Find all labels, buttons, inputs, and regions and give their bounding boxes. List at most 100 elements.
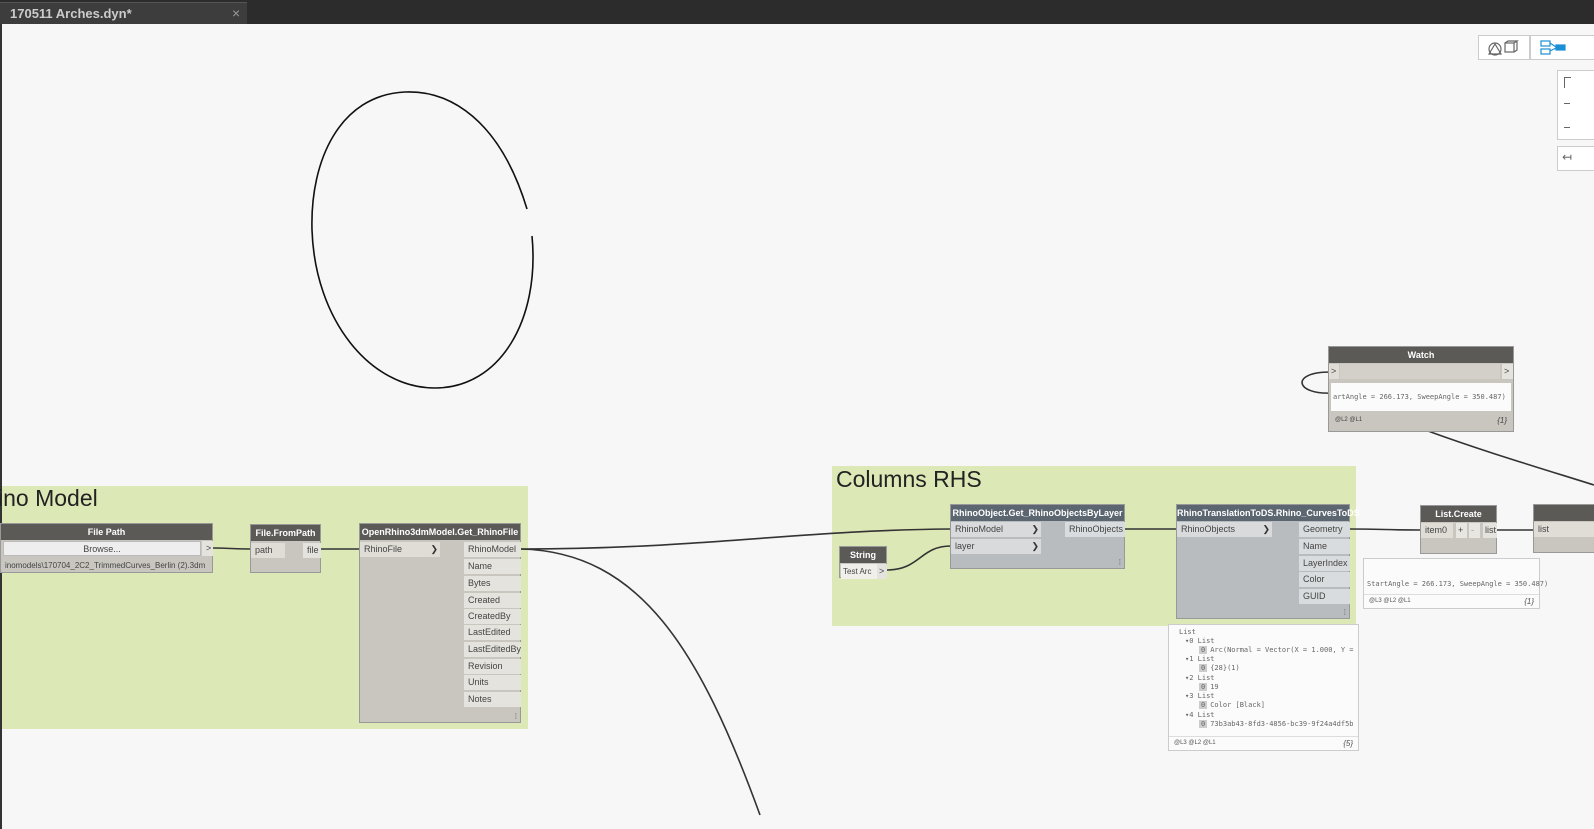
lacing-icon: ⁞ (1343, 608, 1346, 617)
group-title-columns-rhs: Columns RHS (836, 466, 982, 492)
file-path-value: inomodels\170704_2C2_TrimmedCurves_Berli… (5, 561, 206, 570)
preview-value: StartAngle = 266.173, SweepAngle = 350.4… (1367, 580, 1549, 588)
node-title: Watch (1329, 347, 1513, 363)
zoom-in-icon[interactable] (1564, 103, 1570, 104)
node-title: RhinoObject.Get_RhinoObjectsByLayer (951, 505, 1124, 521)
graph-view-icon (1540, 40, 1566, 55)
output-port-rhinomodel[interactable]: RhinoModel (464, 542, 521, 557)
output-port-name[interactable]: Name (1299, 539, 1350, 554)
arrow-icon: ❯ (1031, 541, 1039, 551)
node-get-rhino-objects-by-layer[interactable]: RhinoObject.Get_RhinoObjectsByLayer Rhin… (950, 504, 1125, 569)
node-title: OpenRhino3dmModel.Get_RhinoFile (360, 524, 520, 540)
browse-button[interactable]: Browse... (3, 541, 201, 556)
group-title-rhino-model: ino Model (0, 485, 98, 511)
node-list-create[interactable]: List.Create item0 + - list (1420, 505, 1497, 554)
output-port-file[interactable]: file (303, 543, 321, 558)
zoom-controls[interactable] (1557, 70, 1594, 140)
geometry-view-icon (1487, 40, 1519, 56)
output-port[interactable]: > (202, 541, 213, 556)
item-count: {1} (1524, 597, 1534, 606)
output-port-revision[interactable]: Revision (464, 659, 521, 674)
zoom-out-icon[interactable] (1564, 127, 1570, 128)
watch-levels: @L2 @L1 (1335, 417, 1363, 423)
tree-item: 0 Arc(Normal = Vector(X = 1.000, Y = (1199, 646, 1354, 654)
output-port-bytes[interactable]: Bytes (464, 576, 521, 591)
remove-input-button[interactable]: - (1469, 523, 1480, 538)
node-string[interactable]: String Test Arc > (839, 546, 887, 579)
preview-bubble-list-create[interactable]: StartAngle = 266.173, SweepAngle = 350.4… (1363, 558, 1548, 609)
node-file-frompath[interactable]: File.FromPath path file (250, 524, 321, 573)
port-label: layer (955, 541, 975, 551)
lacing-icon: ⁞ (1118, 558, 1121, 567)
output-port[interactable]: > (1502, 364, 1513, 379)
item-count: {5} (1343, 739, 1353, 748)
input-port-item0[interactable]: item0 (1421, 523, 1453, 538)
title-bar: 170511 Arches.dyn* × (0, 0, 1594, 25)
input-port-rhinofile[interactable]: RhinoFile ❯ (360, 542, 440, 557)
tab-title: 170511 Arches.dyn* (10, 6, 132, 21)
port-label: RhinoFile (364, 544, 403, 554)
tree-item: 0 19 (1199, 683, 1219, 691)
tree-branch-2[interactable]: ▾2 List (1185, 674, 1215, 682)
pan-icon: ↤ (1562, 150, 1573, 164)
output-port-color[interactable]: Color (1299, 572, 1350, 587)
close-icon[interactable]: × (232, 5, 240, 21)
list-levels: @L3 @L2 @L1 (1174, 740, 1216, 746)
tree-branch-3[interactable]: ▾3 List (1185, 692, 1215, 700)
lacing-icon: ⁞ (514, 712, 517, 721)
tab-workspace[interactable]: 170511 Arches.dyn* × (0, 2, 247, 25)
node-title (1534, 505, 1594, 521)
output-port-createdby[interactable]: CreatedBy (464, 609, 521, 624)
input-port-layer[interactable]: layer ❯ (951, 539, 1041, 554)
preview-bubble-curves[interactable]: List ▾0 List 0 Arc(Normal = Vector(X = 1.… (1168, 624, 1359, 751)
node-title: List.Create (1421, 506, 1496, 522)
node-partial-right[interactable]: list (1533, 504, 1594, 553)
node-title: String (840, 547, 886, 563)
node-title: File.FromPath (251, 525, 320, 541)
tree-item: 0 73b3ab43-8fd3-4856-bc39-9f24a4df5b (1199, 720, 1354, 728)
preview-footer: @L3 @L2 @L1 {5} (1169, 736, 1358, 750)
output-port-created[interactable]: Created (464, 593, 521, 608)
port-label: RhinoModel (955, 524, 1004, 534)
input-port-list[interactable]: list (1534, 522, 1594, 537)
output-port-notes[interactable]: Notes (464, 692, 521, 707)
arrow-icon: ❯ (430, 544, 438, 554)
add-input-button[interactable]: + (1456, 523, 1467, 538)
output-port-geometry[interactable]: Geometry (1299, 522, 1350, 537)
pan-button[interactable]: ↤ (1557, 146, 1594, 171)
preview-footer: @L3 @L2 @L1 {1} (1364, 594, 1539, 608)
tree-branch-1[interactable]: ▾1 List (1185, 655, 1215, 663)
output-port-name[interactable]: Name (464, 559, 521, 574)
node-title: RhinoTranslationToDS.Rhino_CurvesToDS (1177, 505, 1360, 521)
port-label: RhinoObjects (1181, 524, 1236, 534)
input-port-rhinoobjects[interactable]: RhinoObjects ❯ (1177, 522, 1272, 537)
tree-branch-0[interactable]: ▾0 List (1185, 637, 1215, 645)
input-port-path[interactable]: path (251, 543, 285, 558)
output-port[interactable]: > (877, 564, 887, 579)
zoom-to-fit-icon[interactable] (1564, 77, 1571, 88)
output-port-guid[interactable]: GUID (1299, 589, 1350, 604)
node-title: File Path (1, 524, 212, 540)
node-file-path[interactable]: File Path Browse... > inomodels\170704_2… (0, 523, 213, 573)
geometry-view-button[interactable] (1478, 35, 1530, 60)
output-port-units[interactable]: Units (464, 675, 521, 690)
node-watch[interactable]: Watch > > artAngle = 266.173, SweepAngle… (1328, 346, 1514, 432)
list-levels: @L3 @L2 @L1 (1369, 598, 1411, 604)
tree-branch-4[interactable]: ▾4 List (1185, 711, 1215, 719)
watch-preview: artAngle = 266.173, SweepAngle = 350.487… (1331, 383, 1511, 411)
output-port-lasteditedby[interactable]: LastEditedBy (464, 642, 521, 657)
output-port-list[interactable]: list (1483, 523, 1497, 538)
input-port-rhinomodel[interactable]: RhinoModel ❯ (951, 522, 1041, 537)
output-port-lastedited[interactable]: LastEdited (464, 625, 521, 640)
output-port-rhinoobjects[interactable]: RhinoObjects (1065, 522, 1125, 537)
output-port-layerindex[interactable]: LayerIndex (1299, 556, 1350, 571)
input-port[interactable]: > (1329, 364, 1339, 379)
string-value-input[interactable]: Test Arc (841, 564, 877, 579)
node-rhino-curves-to-ds[interactable]: RhinoTranslationToDS.Rhino_CurvesToDS Rh… (1176, 504, 1360, 619)
arrow-icon: ❯ (1031, 524, 1039, 534)
graph-view-button[interactable] (1530, 35, 1594, 60)
tree-item: 0 Color [Black] (1199, 701, 1266, 709)
tree-root: List (1179, 628, 1196, 636)
node-open-rhino-model[interactable]: OpenRhino3dmModel.Get_RhinoFile RhinoFil… (359, 523, 521, 723)
watch-value: artAngle = 266.173, SweepAngle = 350.487… (1333, 393, 1506, 401)
